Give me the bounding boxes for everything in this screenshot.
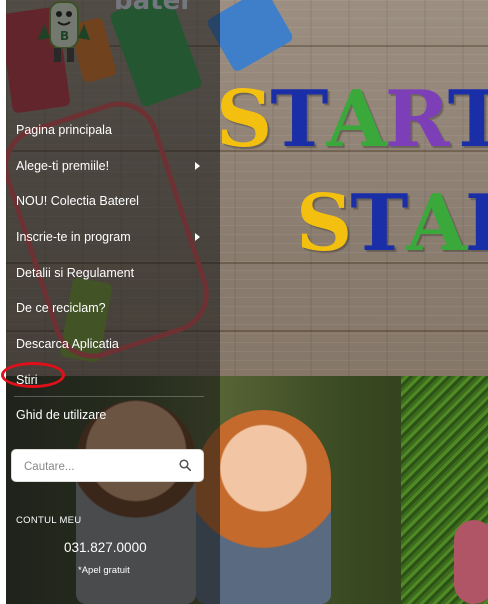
menu-item-descarca-aplicatia[interactable]: Descarca Aplicatia (6, 326, 220, 362)
hero-letter: S (216, 74, 272, 165)
hero-letter: A (406, 178, 467, 269)
menu-item-alege-ti-premiile[interactable]: Alege-ti premiile! (6, 148, 220, 184)
submenu-arrow-icon (195, 161, 200, 170)
search-box (11, 449, 204, 482)
hero-letter: T (350, 178, 408, 269)
menu-item-label: Descarca Aplicatia (16, 336, 119, 351)
hero-letter: A (326, 74, 387, 165)
submenu-arrow-icon (195, 232, 200, 241)
hero-letter: S (296, 178, 352, 269)
hero-letter: T (270, 74, 328, 165)
menu-item-detalii-regulament[interactable]: Detalii si Regulament (6, 255, 220, 291)
hero-letter: R (465, 178, 488, 269)
menu-item-colectia-baterel[interactable]: NOU! Colectia Baterel (6, 183, 220, 219)
account-label: CONTUL MEU (16, 515, 82, 526)
menu-item-pagina-principala[interactable]: Pagina principala (6, 112, 220, 148)
menu-divider (14, 396, 204, 397)
menu-item-inscrie-te[interactable]: Inscrie-te in program (6, 219, 220, 255)
menu-item-de-ce-reciclam[interactable]: De ce reciclam? (6, 290, 220, 326)
search-icon[interactable] (179, 459, 191, 471)
hero-letter: T (447, 74, 488, 165)
menu-item-label: Ghid de utilizare (16, 408, 107, 423)
menu-item-label: Detalii si Regulament (16, 265, 135, 280)
menu-item-label: Pagina principala (16, 122, 112, 137)
menu-item-label: De ce reciclam? (16, 301, 106, 316)
hero-title-line1: STARTL (216, 74, 488, 165)
menu-item-label: Inscrie-te in program (16, 229, 131, 244)
search-input[interactable] (22, 457, 176, 477)
menu-item-label: NOU! Colectia Baterel (16, 194, 139, 209)
photo-child-partial (454, 520, 488, 604)
hero-letter: R (384, 74, 450, 165)
highlight-annotation (1, 362, 65, 388)
menu-item-label: Alege-ti premiile! (16, 158, 110, 173)
hero-title-line2: START (296, 178, 488, 269)
phone-number[interactable]: 031.827.0000 (64, 540, 147, 555)
menu-item-ghid-de-utilizare[interactable]: Ghid de utilizare (6, 398, 220, 434)
phone-note: *Apel gratuit (78, 565, 130, 576)
